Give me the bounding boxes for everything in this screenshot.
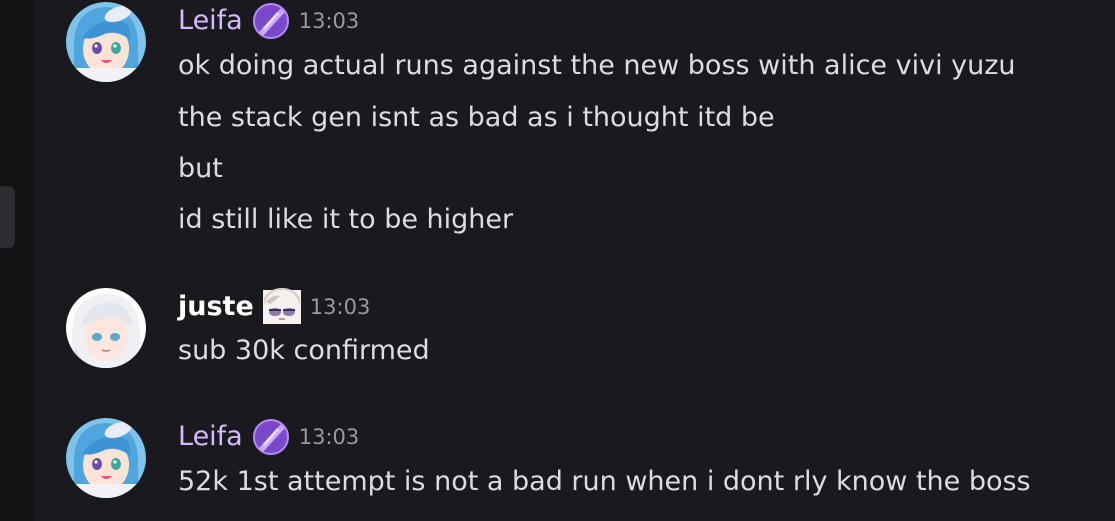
purple-gem-icon: [251, 418, 291, 456]
message-text: but: [178, 153, 223, 184]
timestamp[interactable]: 13:03: [299, 4, 360, 38]
avatar[interactable]: [66, 2, 146, 82]
anime-face-emoji-icon: [262, 288, 302, 326]
avatar[interactable]: [66, 418, 146, 498]
message-text: 52k 1st attempt is not a bad run when i …: [178, 466, 1031, 497]
message-text: the stack gen isnt as bad as i thought i…: [178, 102, 775, 133]
message-text: sub 30k confirmed: [178, 335, 430, 366]
chat-messages: Leifa 13:03 ok doing actual runs against…: [33, 0, 1115, 521]
avatar[interactable]: [66, 288, 146, 368]
message-text: ok doing actual runs against the new bos…: [178, 50, 1016, 81]
timestamp[interactable]: 13:03: [310, 290, 371, 324]
left-rail: [0, 0, 33, 521]
username[interactable]: Leifa: [178, 420, 243, 454]
scrollbar-thumb[interactable]: [0, 186, 15, 248]
message-header: Leifa 13:03: [178, 418, 360, 456]
message-header: Leifa 13:03: [178, 2, 360, 40]
username[interactable]: juste: [178, 290, 254, 324]
timestamp[interactable]: 13:03: [299, 420, 360, 454]
message-text: id still like it to be higher: [178, 204, 514, 235]
message-header: juste 13:03: [178, 288, 371, 326]
username[interactable]: Leifa: [178, 4, 243, 38]
purple-gem-icon: [251, 2, 291, 40]
